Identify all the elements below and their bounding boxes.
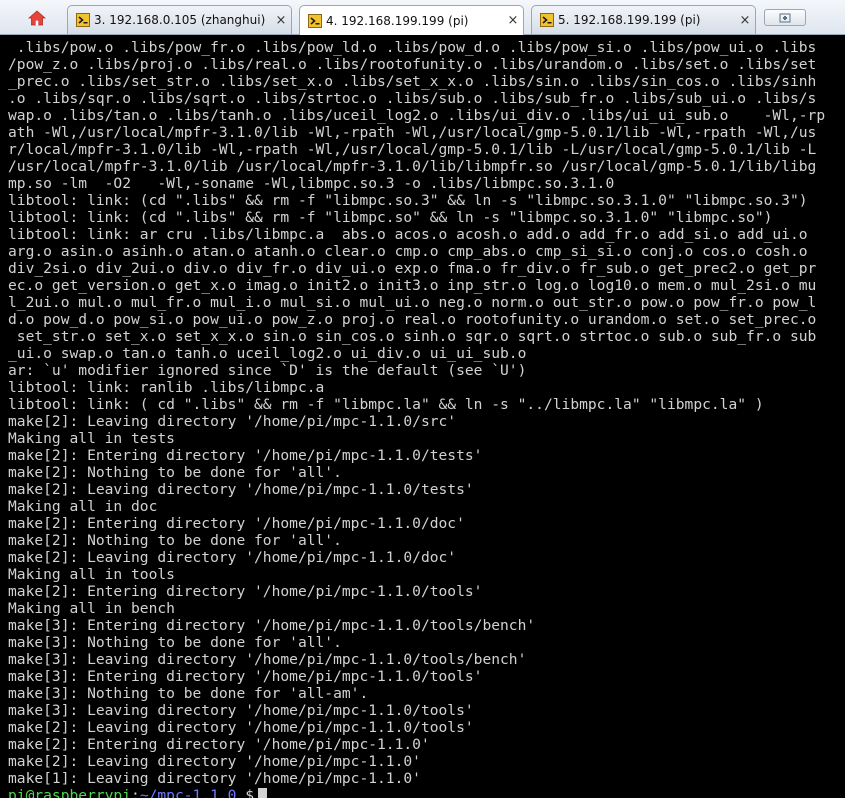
terminal-line: make[2]: Entering directory '/home/pi/mp… [8, 736, 430, 753]
terminal-line: make[2]: Leaving directory '/home/pi/mpc… [8, 413, 457, 430]
tab-session-4[interactable]: 4. 192.168.199.199 (pi) × [299, 5, 524, 35]
terminal-line: make[2]: Entering directory '/home/pi/mp… [8, 515, 465, 532]
terminal-line: make[2]: Nothing to be done for 'all'. [8, 532, 342, 549]
tab-label: 3. 192.168.0.105 (zhanghui) [94, 13, 266, 27]
terminal-line: libtool: link: (cd ".libs" && rm -f "lib… [8, 209, 773, 226]
new-tab-button[interactable] [764, 9, 806, 26]
terminal-lines: .libs/pow.o .libs/pow_fr.o .libs/pow_ld.… [8, 39, 845, 787]
prompt-path: ~/mpc-1.1.0 [139, 787, 237, 798]
prompt-symbol: $ [245, 787, 255, 798]
close-icon[interactable]: × [271, 13, 291, 28]
text-cursor [258, 788, 268, 798]
prompt-user-host: pi@raspberrypi [8, 787, 132, 798]
terminal-line: make[2]: Entering directory '/home/pi/mp… [8, 583, 483, 600]
terminal-line: div_2si.o div_2ui.o div.o div_fr.o div_u… [8, 260, 817, 277]
terminal-line: make[2]: Leaving directory '/home/pi/mpc… [8, 719, 474, 736]
terminal-line: l_2ui.o mul.o mul_fr.o mul_i.o mul_si.o … [8, 294, 817, 311]
home-button[interactable] [22, 7, 52, 29]
terminal-line: ath -Wl,/usr/local/mpfr-3.1.0/lib -Wl,-r… [8, 124, 817, 141]
shell-prompt[interactable]: pi@raspberrypi: ~/mpc-1.1.0 $ [8, 787, 845, 798]
terminal-line: make[2]: Leaving directory '/home/pi/mpc… [8, 753, 421, 770]
terminal-line: make[2]: Nothing to be done for 'all'. [8, 464, 342, 481]
terminal-line: make[3]: Leaving directory '/home/pi/mpc… [8, 651, 527, 668]
prompt-symbol-gap [236, 787, 245, 798]
terminal-line: /pow_z.o .libs/proj.o .libs/real.o .libs… [8, 56, 817, 73]
terminal-line: make[3]: Nothing to be done for 'all-am'… [8, 685, 369, 702]
terminal-line: _prec.o .libs/set_str.o .libs/set_x.o .l… [8, 73, 817, 90]
tab-bar: 3. 192.168.0.105 (zhanghui) × 4. 192.168… [0, 0, 845, 35]
terminal-line: Making all in doc [8, 498, 158, 515]
terminal-line: make[1]: Leaving directory '/home/pi/mpc… [8, 770, 421, 787]
terminal-line: .o .libs/sqr.o .libs/sqrt.o .libs/strtoc… [8, 90, 817, 107]
tab-session-5[interactable]: 5. 192.168.199.199 (pi) × [531, 5, 756, 34]
terminal-line: .libs/pow.o .libs/pow_fr.o .libs/pow_ld.… [8, 39, 817, 56]
home-icon [28, 10, 46, 26]
terminal-line: make[3]: Nothing to be done for 'all'. [8, 634, 342, 651]
terminal-line: make[3]: Leaving directory '/home/pi/mpc… [8, 702, 474, 719]
terminal-line: make[2]: Entering directory '/home/pi/mp… [8, 447, 483, 464]
terminal-line: make[2]: Leaving directory '/home/pi/mpc… [8, 481, 474, 498]
terminal-line: r/local/mpfr-3.1.0/lib -Wl,-rpath -Wl,/u… [8, 141, 817, 158]
close-icon[interactable]: × [503, 13, 523, 28]
tab-label: 4. 192.168.199.199 (pi) [326, 13, 469, 28]
tab-label: 5. 192.168.199.199 (pi) [558, 13, 701, 27]
terminal-line: make[3]: Entering directory '/home/pi/mp… [8, 668, 483, 685]
new-tab-icon [779, 13, 791, 22]
terminal-line: ar: `u' modifier ignored since `D' is th… [8, 362, 527, 379]
terminal-output[interactable]: .libs/pow.o .libs/pow_fr.o .libs/pow_ld.… [0, 36, 845, 798]
terminal-line: /usr/local/mpfr-3.1.0/lib /usr/local/mpf… [8, 158, 817, 175]
terminal-line: wap.o .libs/tan.o .libs/tanh.o .libs/uce… [8, 107, 826, 124]
terminal-line: mp.so -lm -O2 -Wl,-soname -Wl,libmpc.so.… [8, 175, 615, 192]
terminal-line: _ui.o swap.o tan.o tanh.o uceil_log2.o u… [8, 345, 527, 362]
terminal-line: make[2]: Leaving directory '/home/pi/mpc… [8, 549, 457, 566]
terminal-session-icon [76, 13, 90, 27]
terminal-line: Making all in tests [8, 430, 175, 447]
terminal-line: d.o pow_d.o pow_si.o pow_ui.o pow_z.o pr… [8, 311, 817, 328]
terminal-session-icon [308, 13, 322, 28]
terminal-line: Making all in bench [8, 600, 175, 617]
terminal-session-icon [540, 13, 554, 27]
terminal-line: ec.o get_version.o get_x.o imag.o init2.… [8, 277, 817, 294]
terminal-line: libtool: link: ar cru .libs/libmpc.a abs… [8, 226, 808, 243]
prompt-separator: : [131, 787, 140, 798]
terminal-line: libtool: link: ( cd ".libs" && rm -f "li… [8, 396, 764, 413]
close-icon[interactable]: × [735, 13, 755, 28]
terminal-line: Making all in tools [8, 566, 175, 583]
terminal-line: libtool: link: ranlib .libs/libmpc.a [8, 379, 325, 396]
terminal-line: set_str.o set_x.o set_x_x.o sin.o sin_co… [8, 328, 817, 345]
terminal-line: arg.o asin.o asinh.o atan.o atanh.o clea… [8, 243, 808, 260]
terminal-line: make[3]: Entering directory '/home/pi/mp… [8, 617, 536, 634]
tab-session-3[interactable]: 3. 192.168.0.105 (zhanghui) × [67, 5, 292, 34]
terminal-line: libtool: link: (cd ".libs" && rm -f "lib… [8, 192, 808, 209]
